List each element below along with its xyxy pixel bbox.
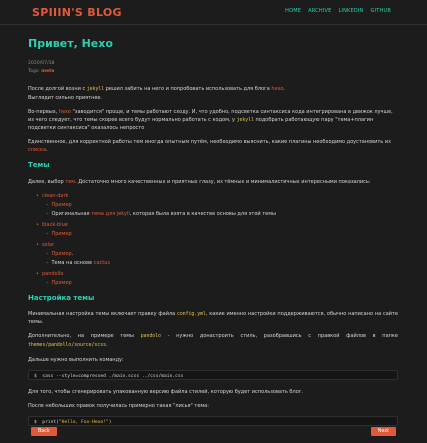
nav-linkedin[interactable]: LINKEDIN [338, 7, 363, 15]
sub-list-item: – Пример. [46, 250, 74, 257]
themes-heading: Темы [28, 161, 50, 170]
top-nav: HOME ARCHIVE LINKEDIN GITHUB [285, 7, 391, 15]
tags-label: Tags: [28, 68, 40, 74]
theme-link[interactable]: solar [42, 242, 54, 248]
bullet-icon: • [36, 270, 39, 277]
nav-github[interactable]: GITHUB [371, 7, 391, 15]
nav-home[interactable]: HOME [285, 7, 301, 15]
settings-paragraph-2: Дополнительно, на примере темы pandolo -… [28, 333, 399, 349]
settings-paragraph-3: Дальше нужно выполнить команду: [28, 356, 124, 363]
settings-paragraph-5: После небольших правок получилась пример… [28, 402, 209, 409]
post-content: Привет, Hexo 2020/07/18 Tags: meta После… [28, 37, 398, 434]
example-link[interactable]: Пример [52, 202, 72, 208]
code-block-sass: $ sass --style=compressed ./main.scss ..… [28, 369, 398, 380]
theme-link[interactable]: pandollo [42, 271, 63, 277]
plugins-list-link[interactable]: списка [28, 147, 46, 153]
jekyll-theme-link[interactable]: тема для jekyll [91, 211, 130, 217]
theme-link[interactable]: clean-dark [42, 193, 68, 199]
cactus-link[interactable]: cactus [94, 260, 110, 266]
site-brand[interactable]: SPIIIN'S BLOG [32, 4, 122, 22]
sub-list-item: – Пример [46, 279, 72, 286]
post-date: 2020/07/18 [28, 61, 55, 67]
inline-code: config.yml [176, 311, 206, 317]
example-link[interactable]: Пример [52, 251, 72, 257]
back-button[interactable]: Back [31, 427, 57, 436]
code-block-print: $ print("Hello, Fox-Hexo!") [28, 415, 398, 426]
post-title: Привет, Hexo [28, 37, 113, 50]
example-link[interactable]: Пример [52, 280, 72, 286]
list-item: • clean-dark – Пример – Оригинальная тема д… [36, 192, 398, 218]
list-item: • black-blue – Пример [36, 221, 398, 238]
intro-paragraph-3: Во-первых, hexo "заводится" проще, и тем… [28, 108, 393, 132]
sub-list-item: – Оригинальная тема для jekyll, которая б… [46, 210, 276, 217]
settings-paragraph-1: Минимальная настройка темы включает прав… [28, 310, 398, 326]
themes-intro: Далее, выбор тем. Достаточно много качес… [28, 178, 371, 185]
inline-code-path: themes/pandollo/source/scss [28, 343, 106, 349]
post-tags: Tags: meta [28, 68, 398, 75]
next-button[interactable]: Next [370, 427, 396, 436]
theme-link[interactable]: black-blue [42, 222, 68, 228]
intro-paragraph-1: После долгой возни с jekyll решил забить… [28, 85, 285, 101]
settings-heading: Настройка темы [28, 293, 95, 302]
sub-list-item: – Тема на основе cactus [46, 259, 111, 266]
bullet-icon: • [36, 192, 39, 199]
bullet-icon: • [36, 241, 39, 248]
sub-list-item: – Пример [46, 201, 72, 208]
themes-link[interactable]: тем [65, 179, 75, 185]
hexo-link[interactable]: hexo [271, 86, 283, 92]
list-item: • solar – Пример. – Тема на основе cactus [36, 241, 398, 267]
themes-list: • clean-dark – Пример – Оригинальная тема д… [36, 192, 398, 287]
post-pager: Back Next [28, 427, 398, 437]
sub-list-item: – Пример [46, 230, 72, 237]
settings-paragraph-4: Для того, чтобы сгенерировать упакованну… [28, 388, 303, 395]
inline-code: jekyll [86, 86, 105, 92]
intro-paragraph-4: Единственное, для корректной работы тем … [28, 139, 391, 154]
nav-archive[interactable]: ARCHIVE [308, 7, 331, 15]
intro-paragraph-2: Выглядит сильно приятнее. [28, 94, 103, 101]
example-link[interactable]: Пример [52, 231, 72, 237]
bullet-icon: • [36, 221, 39, 228]
inline-code: jekyll [236, 117, 254, 123]
inline-code: pandolo [140, 334, 161, 340]
list-item: • pandollo – Пример [36, 270, 398, 287]
site-header: SPIIIN'S BLOG HOME ARCHIVE LINKEDIN GITH… [0, 0, 427, 25]
hexo-link[interactable]: hexo [59, 109, 71, 115]
tag-link[interactable]: meta [41, 69, 54, 74]
